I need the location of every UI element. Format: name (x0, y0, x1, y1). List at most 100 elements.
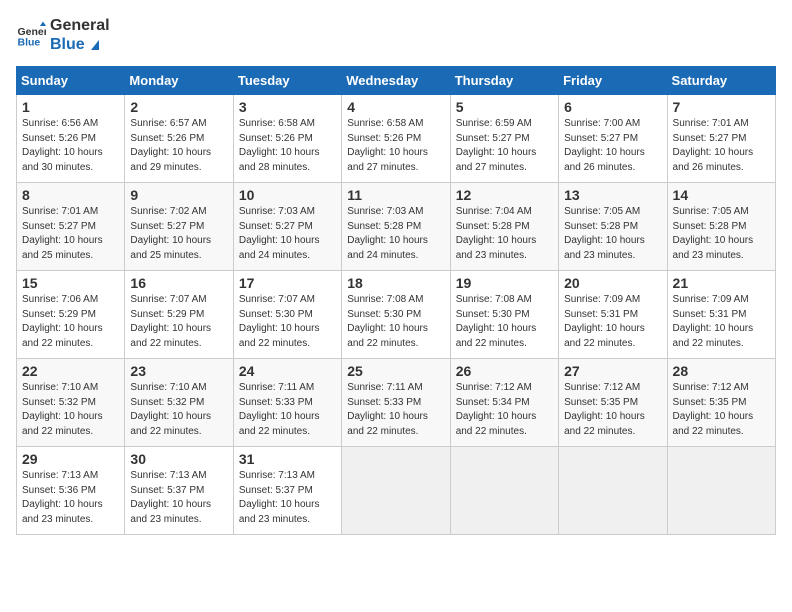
day-header-saturday: Saturday (667, 67, 775, 95)
day-number: 4 (347, 99, 444, 115)
day-number: 21 (673, 275, 770, 291)
calendar-cell: 8 Sunrise: 7:01 AMSunset: 5:27 PMDaylight… (17, 183, 125, 271)
calendar-cell: 31Sunrise: 7:13 AMSunset: 5:37 PMDayligh… (233, 447, 341, 535)
day-number: 28 (673, 363, 770, 379)
day-info: Sunrise: 6:57 AMSunset: 5:26 PMDaylight:… (130, 117, 227, 175)
day-header-sunday: Sunday (17, 67, 125, 95)
day-header-tuesday: Tuesday (233, 67, 341, 95)
header-row: SundayMondayTuesdayWednesdayThursdayFrid… (17, 67, 776, 95)
calendar-cell: 7 Sunrise: 7:01 AMSunset: 5:27 PMDaylight… (667, 95, 775, 183)
day-info: Sunrise: 7:05 AMSunset: 5:28 PMDaylight:… (673, 205, 770, 263)
calendar-cell: 30 Sunrise: 7:13 AMSunset: 5:37 PMDayligh… (125, 447, 233, 535)
day-info: Sunrise: 6:58 AMSunset: 5:26 PMDaylight:… (239, 117, 336, 175)
day-number: 13 (564, 187, 661, 203)
calendar-cell: 15 Sunrise: 7:06 AMSunset: 5:29 PMDayligh… (17, 271, 125, 359)
day-info: Sunrise: 7:03 AMSunset: 5:28 PMDaylight:… (347, 205, 444, 263)
day-info: Sunrise: 7:11 AMSunset: 5:33 PMDaylight:… (239, 381, 336, 439)
day-info: Sunrise: 7:13 AMSunset: 5:37 PMDaylight:… (130, 469, 227, 527)
calendar-cell: 5 Sunrise: 6:59 AMSunset: 5:27 PMDaylight… (450, 95, 558, 183)
day-info: Sunrise: 7:12 AMSunset: 5:35 PMDaylight:… (564, 381, 661, 439)
calendar-cell: 20Sunrise: 7:09 AMSunset: 5:31 PMDayligh… (559, 271, 667, 359)
calendar-cell: 16 Sunrise: 7:07 AMSunset: 5:29 PMDayligh… (125, 271, 233, 359)
day-number: 6 (564, 99, 661, 115)
calendar-cell: 2 Sunrise: 6:57 AMSunset: 5:26 PMDaylight… (125, 95, 233, 183)
day-number: 7 (673, 99, 770, 115)
calendar-cell: 29 Sunrise: 7:13 AMSunset: 5:36 PMDayligh… (17, 447, 125, 535)
day-info: Sunrise: 7:01 AMSunset: 5:27 PMDaylight:… (22, 205, 119, 263)
calendar-cell: 24Sunrise: 7:11 AMSunset: 5:33 PMDayligh… (233, 359, 341, 447)
calendar-cell: 23 Sunrise: 7:10 AMSunset: 5:32 PMDayligh… (125, 359, 233, 447)
calendar-cell: 1 Sunrise: 6:56 AMSunset: 5:26 PMDaylight… (17, 95, 125, 183)
logo-general: General (50, 16, 110, 35)
week-row-4: 22 Sunrise: 7:10 AMSunset: 5:32 PMDayligh… (17, 359, 776, 447)
day-number: 3 (239, 99, 336, 115)
day-info: Sunrise: 7:08 AMSunset: 5:30 PMDaylight:… (456, 293, 553, 351)
calendar-cell (342, 447, 450, 535)
day-info: Sunrise: 7:10 AMSunset: 5:32 PMDaylight:… (130, 381, 227, 439)
day-info: Sunrise: 7:08 AMSunset: 5:30 PMDaylight:… (347, 293, 444, 351)
calendar-cell: 12 Sunrise: 7:04 AMSunset: 5:28 PMDayligh… (450, 183, 558, 271)
calendar-cell: 21Sunrise: 7:09 AMSunset: 5:31 PMDayligh… (667, 271, 775, 359)
calendar-cell: 6Sunrise: 7:00 AMSunset: 5:27 PMDaylight… (559, 95, 667, 183)
day-number: 14 (673, 187, 770, 203)
day-number: 31 (239, 451, 336, 467)
day-number: 22 (22, 363, 119, 379)
day-info: Sunrise: 6:58 AMSunset: 5:26 PMDaylight:… (347, 117, 444, 175)
calendar-cell: 28Sunrise: 7:12 AMSunset: 5:35 PMDayligh… (667, 359, 775, 447)
day-number: 30 (130, 451, 227, 467)
calendar-cell: 13 Sunrise: 7:05 AMSunset: 5:28 PMDayligh… (559, 183, 667, 271)
day-number: 8 (22, 187, 119, 203)
day-info: Sunrise: 7:07 AMSunset: 5:30 PMDaylight:… (239, 293, 336, 351)
day-number: 15 (22, 275, 119, 291)
day-info: Sunrise: 7:10 AMSunset: 5:32 PMDaylight:… (22, 381, 119, 439)
day-number: 23 (130, 363, 227, 379)
calendar-table: SundayMondayTuesdayWednesdayThursdayFrid… (16, 66, 776, 535)
calendar-cell: 27 Sunrise: 7:12 AMSunset: 5:35 PMDayligh… (559, 359, 667, 447)
day-number: 18 (347, 275, 444, 291)
week-row-2: 8 Sunrise: 7:01 AMSunset: 5:27 PMDaylight… (17, 183, 776, 271)
calendar-cell: 11 Sunrise: 7:03 AMSunset: 5:28 PMDayligh… (342, 183, 450, 271)
day-header-friday: Friday (559, 67, 667, 95)
calendar-cell (667, 447, 775, 535)
day-info: Sunrise: 7:07 AMSunset: 5:29 PMDaylight:… (130, 293, 227, 351)
day-number: 16 (130, 275, 227, 291)
week-row-3: 15 Sunrise: 7:06 AMSunset: 5:29 PMDayligh… (17, 271, 776, 359)
day-info: Sunrise: 7:04 AMSunset: 5:28 PMDaylight:… (456, 205, 553, 263)
day-header-wednesday: Wednesday (342, 67, 450, 95)
day-info: Sunrise: 7:06 AMSunset: 5:29 PMDaylight:… (22, 293, 119, 351)
day-info: Sunrise: 7:03 AMSunset: 5:27 PMDaylight:… (239, 205, 336, 263)
svg-text:Blue: Blue (18, 37, 41, 49)
day-number: 29 (22, 451, 119, 467)
day-number: 19 (456, 275, 553, 291)
day-number: 27 (564, 363, 661, 379)
calendar-cell: 9Sunrise: 7:02 AMSunset: 5:27 PMDaylight… (125, 183, 233, 271)
calendar-cell: 10Sunrise: 7:03 AMSunset: 5:27 PMDayligh… (233, 183, 341, 271)
day-header-thursday: Thursday (450, 67, 558, 95)
calendar-cell (450, 447, 558, 535)
day-info: Sunrise: 7:11 AMSunset: 5:33 PMDaylight:… (347, 381, 444, 439)
calendar-cell: 14 Sunrise: 7:05 AMSunset: 5:28 PMDayligh… (667, 183, 775, 271)
logo: General Blue General Blue (16, 16, 110, 54)
calendar-cell: 18 Sunrise: 7:08 AMSunset: 5:30 PMDayligh… (342, 271, 450, 359)
day-info: Sunrise: 7:05 AMSunset: 5:28 PMDaylight:… (564, 205, 661, 263)
day-number: 2 (130, 99, 227, 115)
day-header-monday: Monday (125, 67, 233, 95)
calendar-cell: 4 Sunrise: 6:58 AMSunset: 5:26 PMDaylight… (342, 95, 450, 183)
day-number: 25 (347, 363, 444, 379)
calendar-cell: 26Sunrise: 7:12 AMSunset: 5:34 PMDayligh… (450, 359, 558, 447)
day-info: Sunrise: 7:13 AMSunset: 5:36 PMDaylight:… (22, 469, 119, 527)
day-info: Sunrise: 7:02 AMSunset: 5:27 PMDaylight:… (130, 205, 227, 263)
page-header: General Blue General Blue (16, 16, 776, 54)
day-number: 1 (22, 99, 119, 115)
day-number: 5 (456, 99, 553, 115)
calendar-cell (559, 447, 667, 535)
day-number: 12 (456, 187, 553, 203)
calendar-cell: 22 Sunrise: 7:10 AMSunset: 5:32 PMDayligh… (17, 359, 125, 447)
calendar-cell: 17Sunrise: 7:07 AMSunset: 5:30 PMDayligh… (233, 271, 341, 359)
day-info: Sunrise: 7:01 AMSunset: 5:27 PMDaylight:… (673, 117, 770, 175)
day-number: 20 (564, 275, 661, 291)
day-info: Sunrise: 6:59 AMSunset: 5:27 PMDaylight:… (456, 117, 553, 175)
day-info: Sunrise: 6:56 AMSunset: 5:26 PMDaylight:… (22, 117, 119, 175)
day-number: 11 (347, 187, 444, 203)
logo-icon: General Blue (16, 20, 46, 50)
